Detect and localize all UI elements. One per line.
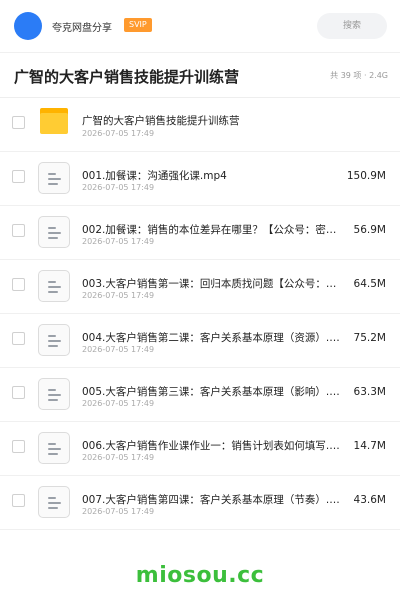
file-name: 005.大客户销售第三课：客户关系基本原理（影响）.mp4	[82, 386, 346, 398]
file-size: 43.6M	[353, 494, 386, 506]
folder-name: 广智的大客户销售技能提升训练营	[82, 115, 240, 127]
file-list: 广智的大客户销售技能提升训练营 2026-07-05 17:49 001.加餐课…	[0, 98, 400, 530]
select-checkbox[interactable]	[12, 278, 25, 291]
file-date: 2026-07-05 17:49	[82, 291, 155, 300]
file-size: 63.3M	[353, 386, 386, 398]
file-icon	[38, 378, 70, 410]
file-size: 14.7M	[353, 440, 386, 452]
file-date: 2026-07-05 17:49	[82, 453, 155, 462]
select-checkbox[interactable]	[12, 332, 25, 345]
select-checkbox[interactable]	[12, 440, 25, 453]
file-icon	[38, 486, 70, 518]
file-icon	[38, 432, 70, 464]
list-item[interactable]: 006.大客户销售作业课作业一：销售计划表如何填写.mp4 2026-07-05…	[0, 422, 400, 476]
file-name: 006.大客户销售作业课作业一：销售计划表如何填写.mp4	[82, 440, 346, 452]
file-size: 56.9M	[353, 224, 386, 236]
select-checkbox[interactable]	[12, 494, 25, 507]
item-count: 共 39 项 · 2.4G	[330, 71, 388, 80]
watermark: miosou.cc	[135, 563, 265, 588]
select-checkbox[interactable]	[12, 170, 25, 183]
search-input[interactable]: 搜索	[317, 13, 387, 39]
title-bar: 广智的大客户销售技能提升训练营 共 39 项 · 2.4G	[0, 52, 400, 98]
file-icon	[38, 270, 70, 302]
file-icon	[38, 162, 70, 194]
folder-date: 2026-07-05 17:49	[82, 129, 155, 138]
file-date: 2026-07-05 17:49	[82, 345, 155, 354]
list-item[interactable]: 002.加餐课：销售的本位差异在哪里？【公众号：密搜网】 2026-07-05 …	[0, 206, 400, 260]
file-size: 64.5M	[353, 278, 386, 290]
file-icon	[38, 216, 70, 248]
file-name: 001.加餐课：沟通强化课.mp4	[82, 170, 227, 182]
file-icon	[38, 324, 70, 356]
file-size: 150.9M	[346, 170, 386, 182]
folder-icon	[40, 108, 68, 134]
list-item[interactable]: 001.加餐课：沟通强化课.mp4 2026-07-05 17:49 150.9…	[0, 152, 400, 206]
select-checkbox[interactable]	[12, 386, 25, 399]
file-name: 004.大客户销售第二课：客户关系基本原理（资源）.mp4	[82, 332, 346, 344]
file-date: 2026-07-05 17:49	[82, 237, 155, 246]
username: 夸克网盘分享	[52, 23, 112, 34]
list-item[interactable]: 007.大客户销售第四课：客户关系基本原理（节奏）.mp4 2026-07-05…	[0, 476, 400, 530]
file-date: 2026-07-05 17:49	[82, 399, 155, 408]
select-checkbox[interactable]	[12, 224, 25, 237]
file-date: 2026-07-05 17:49	[82, 507, 155, 516]
file-name: 002.加餐课：销售的本位差异在哪里？【公众号：密搜网】	[82, 224, 346, 236]
file-date: 2026-07-05 17:49	[82, 183, 155, 192]
avatar[interactable]	[14, 12, 42, 40]
file-name: 007.大客户销售第四课：客户关系基本原理（节奏）.mp4	[82, 494, 346, 506]
list-item[interactable]: 005.大客户销售第三课：客户关系基本原理（影响）.mp4 2026-07-05…	[0, 368, 400, 422]
svip-badge: SVIP	[124, 18, 152, 32]
page-title: 广智的大客户销售技能提升训练营	[14, 68, 240, 86]
list-item-folder[interactable]: 广智的大客户销售技能提升训练营 2026-07-05 17:49	[0, 98, 400, 152]
select-checkbox[interactable]	[12, 116, 25, 129]
list-item[interactable]: 004.大客户销售第二课：客户关系基本原理（资源）.mp4 2026-07-05…	[0, 314, 400, 368]
file-size: 75.2M	[353, 332, 386, 344]
file-name: 003.大客户销售第一课：回归本质找问题【公众号：密搜网】	[82, 278, 346, 290]
header: 夸克网盘分享 SVIP 搜索	[0, 0, 400, 52]
list-item[interactable]: 003.大客户销售第一课：回归本质找问题【公众号：密搜网】 2026-07-05…	[0, 260, 400, 314]
